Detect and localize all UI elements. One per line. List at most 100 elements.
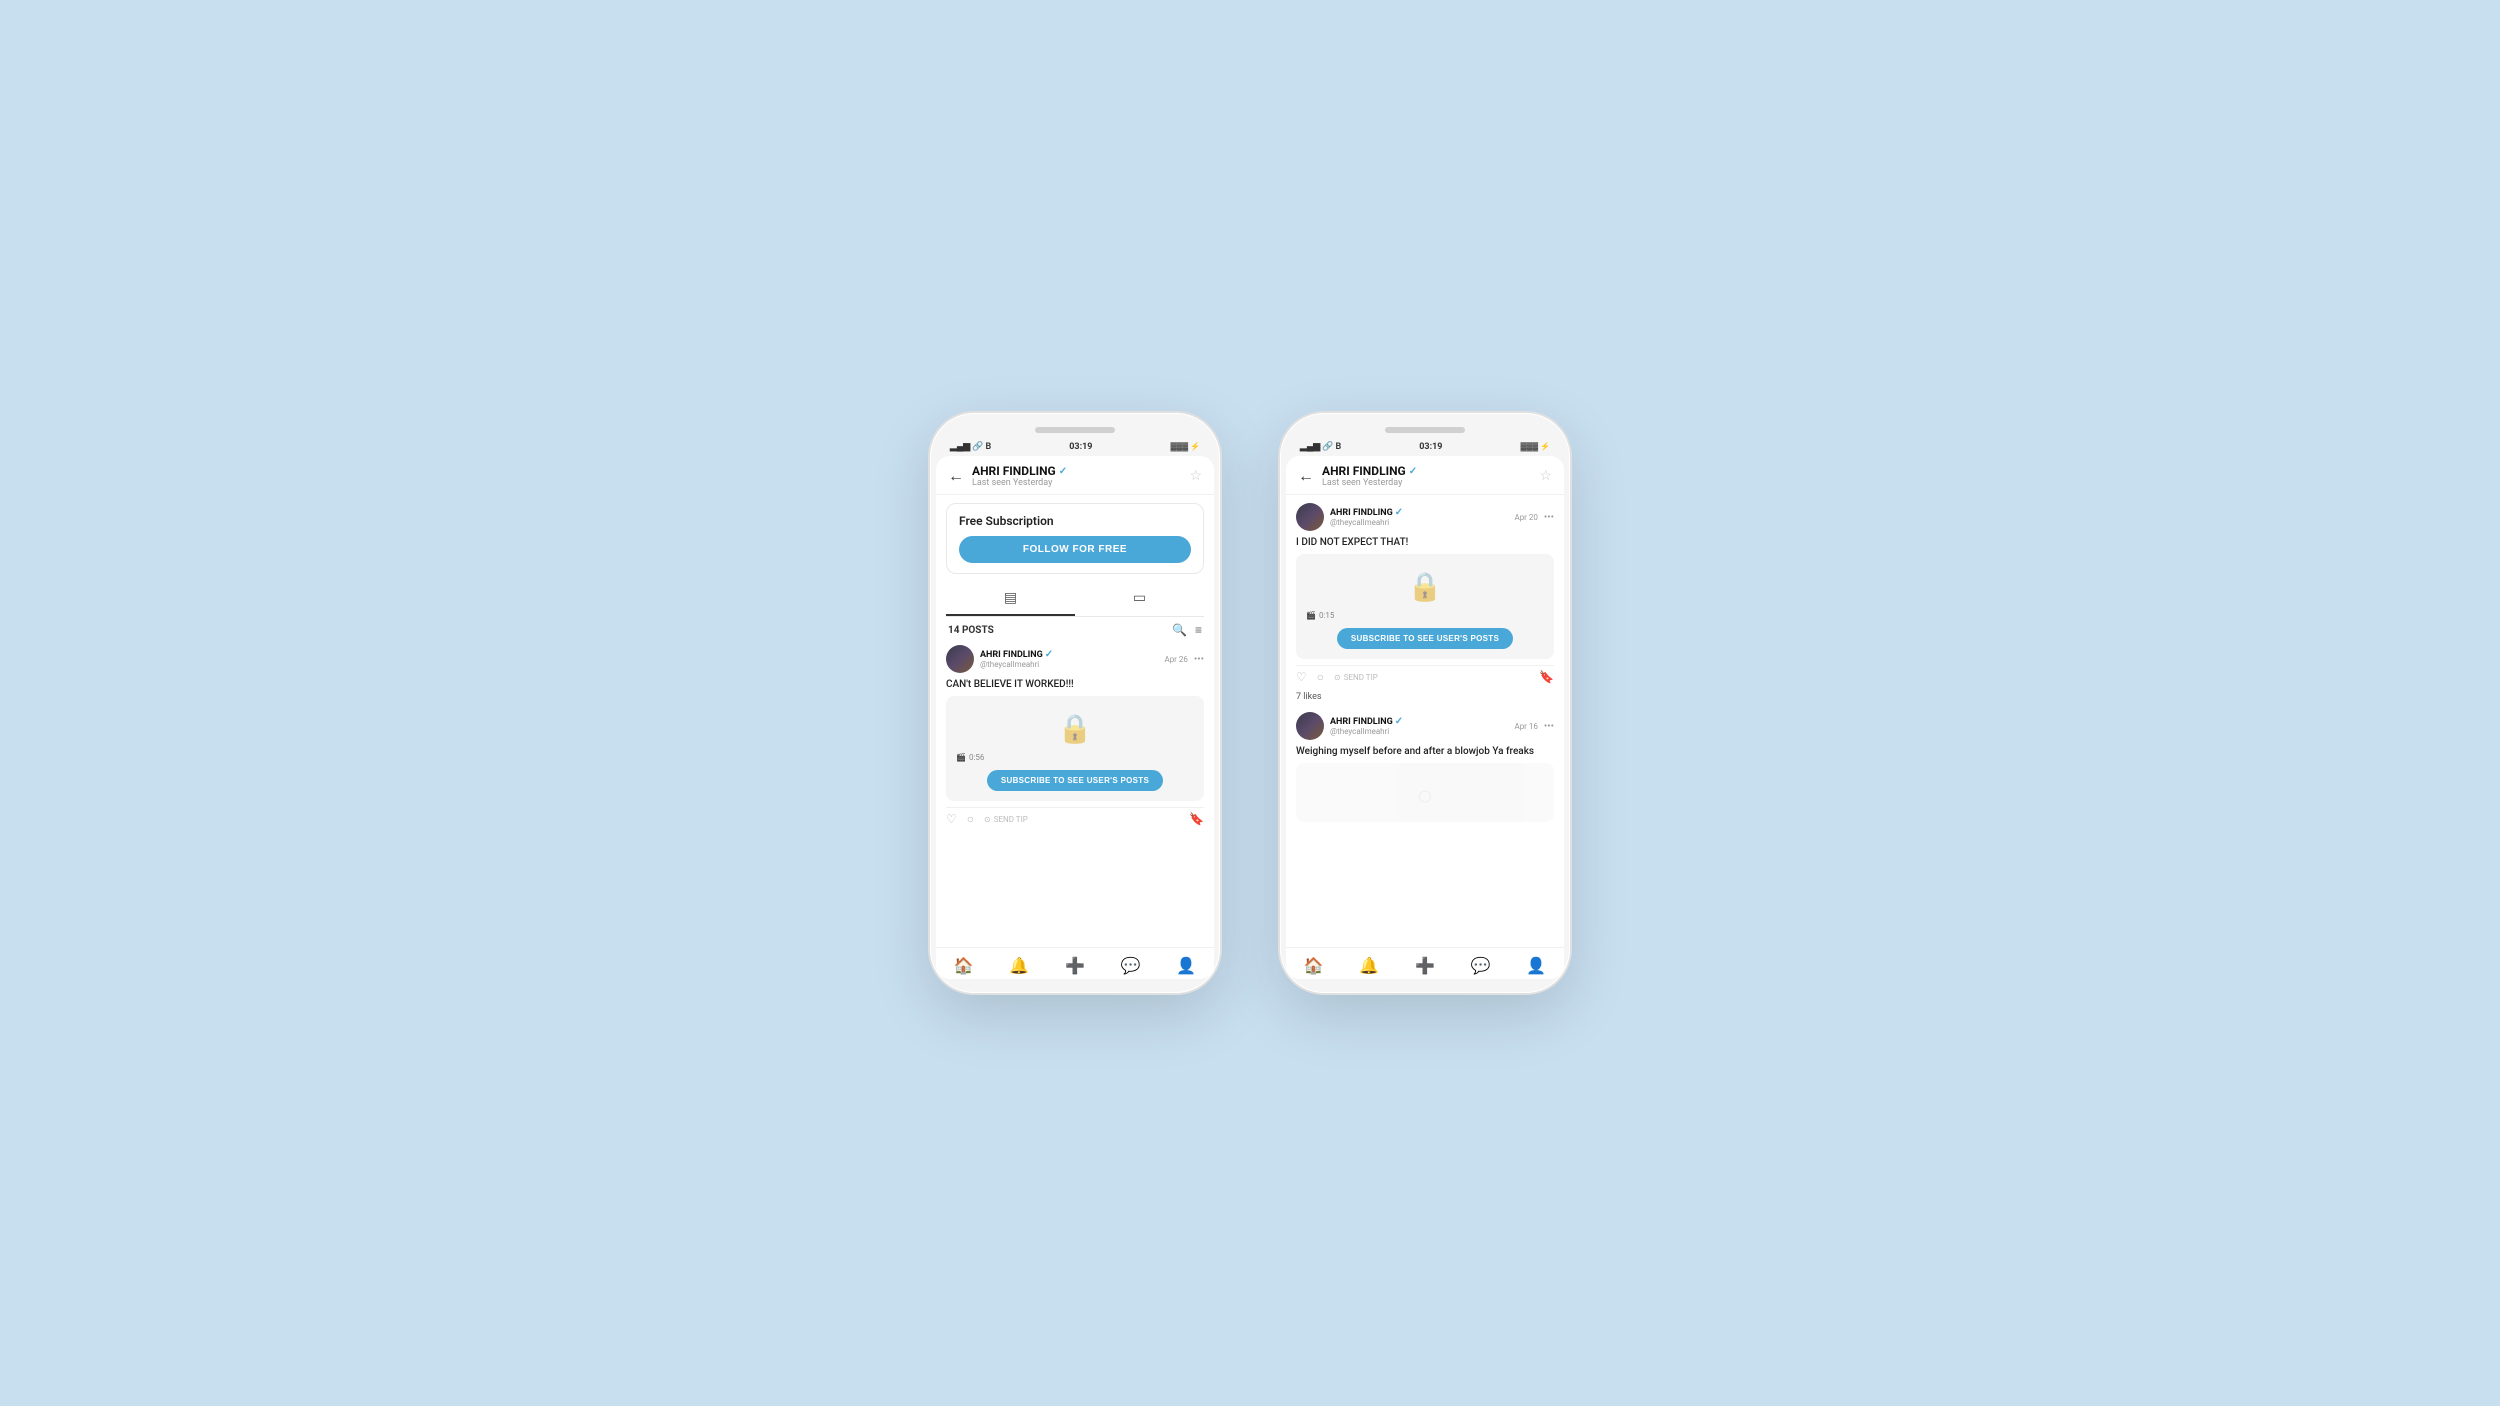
locked-content-left: 🔒 🎬 0:56 SUBSCRIBE TO SEE USER'S POSTS <box>946 696 1204 801</box>
posts-count-left: 14 POSTS <box>948 625 994 636</box>
phone-left: ▂▄▆ 🔗 B 03:19 ▓▓▓ ⚡ ← AHRI FINDLING ✓ La… <box>930 413 1220 993</box>
post-username-right-2: @theycallmeahri <box>1330 727 1514 736</box>
profile-title-left: AHRI FINDLING ✓ Last seen Yesterday <box>972 464 1189 488</box>
top-bar-left: ← AHRI FINDLING ✓ Last seen Yesterday ☆ <box>936 456 1214 495</box>
avatar-left <box>946 645 974 673</box>
profile-name-right: AHRI FINDLING ✓ <box>1322 464 1539 478</box>
avatar-placeholder-left <box>946 645 974 673</box>
status-bar-right: ▂▄▆ 🔗 B 03:19 ▓▓▓ ⚡ <box>1286 441 1564 456</box>
comment-icon-right-1[interactable]: ○ <box>1317 670 1324 684</box>
avatar-right-2 <box>1296 712 1324 740</box>
free-sub-title: Free Subscription <box>959 514 1191 528</box>
bookmark-icon-left[interactable]: 🔖 <box>1189 812 1204 826</box>
lock-icon-area-right-1: 🔒 <box>1408 570 1443 603</box>
nav-chat-right[interactable]: 💬 <box>1471 956 1491 975</box>
post-date-right-2: Apr 16 <box>1514 722 1537 731</box>
lock-icon-right-2: ○ <box>1417 779 1434 812</box>
lock-icon-right-1: 🔒 <box>1408 570 1443 603</box>
signal-right: ▂▄▆ 🔗 B <box>1300 441 1341 452</box>
post-header-right-1: AHRI FINDLING ✓ @theycallmeahri Apr 20 •… <box>1296 503 1554 531</box>
nav-bell-right[interactable]: 🔔 <box>1359 956 1379 975</box>
bottom-nav-right: 🏠 🔔 ➕ 💬 👤 <box>1286 947 1564 979</box>
scroll-content-right[interactable]: AHRI FINDLING ✓ @theycallmeahri Apr 20 •… <box>1286 495 1564 947</box>
wifi-icon-right: 🔗 <box>1322 442 1333 452</box>
nav-home-right[interactable]: 🏠 <box>1304 956 1324 975</box>
lock-icon-left: 🔒 <box>1058 712 1093 745</box>
avatar-right-1 <box>1296 503 1324 531</box>
post-username-right-1: @theycallmeahri <box>1330 518 1514 527</box>
post-card-right-1: AHRI FINDLING ✓ @theycallmeahri Apr 20 •… <box>1296 503 1554 702</box>
tab-bar-left: ▤ ▭ <box>946 582 1204 617</box>
last-seen-left: Last seen Yesterday <box>972 478 1189 488</box>
phone-notch-left <box>1035 427 1115 433</box>
locked-content-right-2: ○ <box>1296 763 1554 822</box>
subscribe-button-left[interactable]: SUBSCRIBE TO SEE USER'S POSTS <box>987 770 1163 791</box>
phone-right: ▂▄▆ 🔗 B 03:19 ▓▓▓ ⚡ ← AHRI FINDLING ✓ La… <box>1280 413 1570 993</box>
posts-actions-left: 🔍 ≡ <box>1172 623 1202 637</box>
star-button-left[interactable]: ☆ <box>1189 468 1202 484</box>
send-tip-right-1[interactable]: ⊙ SEND TIP <box>1334 673 1378 682</box>
top-bar-right: ← AHRI FINDLING ✓ Last seen Yesterday ☆ <box>1286 456 1564 495</box>
verified-badge-left: ✓ <box>1059 466 1067 477</box>
locked-content-right-1: 🔒 🎬 0:15 SUBSCRIBE TO SEE USER'S POSTS <box>1296 554 1554 659</box>
post-text-right-2: Weighing myself before and after a blowj… <box>1296 746 1554 757</box>
like-icon-left[interactable]: ♡ <box>946 812 957 826</box>
status-bar-left: ▂▄▆ 🔗 B 03:19 ▓▓▓ ⚡ <box>936 441 1214 456</box>
tip-icon-left: ⊙ <box>984 815 991 824</box>
like-icon-right-1[interactable]: ♡ <box>1296 670 1307 684</box>
nav-chat-left[interactable]: 💬 <box>1121 956 1141 975</box>
videos-tab-icon: ▭ <box>1133 590 1146 606</box>
signal-bars: ▂▄▆ <box>950 441 970 452</box>
screen-left: ← AHRI FINDLING ✓ Last seen Yesterday ☆ … <box>936 456 1214 979</box>
back-button-left[interactable]: ← <box>948 466 964 486</box>
star-button-right[interactable]: ☆ <box>1539 468 1552 484</box>
last-seen-right: Last seen Yesterday <box>1322 478 1539 488</box>
bluetooth-icon-right: B <box>1335 442 1341 452</box>
likes-count-right-1: 7 likes <box>1296 692 1554 702</box>
more-button-right-1[interactable]: ••• <box>1544 512 1554 523</box>
post-meta-left: AHRI FINDLING ✓ @theycallmeahri <box>980 649 1164 669</box>
post-card-left: AHRI FINDLING ✓ @theycallmeahri Apr 26 •… <box>946 645 1204 830</box>
bookmark-icon-right-1[interactable]: 🔖 <box>1539 670 1554 684</box>
post-name-right-2: AHRI FINDLING ✓ <box>1330 716 1514 727</box>
phone-notch-right <box>1385 427 1465 433</box>
post-text-left: CAN't BELIEVE IT WORKED!!! <box>946 679 1204 690</box>
search-icon-left[interactable]: 🔍 <box>1172 623 1187 637</box>
nav-plus-left[interactable]: ➕ <box>1065 956 1085 975</box>
verified-badge-right: ✓ <box>1409 466 1417 477</box>
send-tip-left[interactable]: ⊙ SEND TIP <box>984 815 1028 824</box>
nav-plus-right[interactable]: ➕ <box>1415 956 1435 975</box>
nav-profile-right[interactable]: 👤 <box>1526 956 1546 975</box>
profile-name-left: AHRI FINDLING ✓ <box>972 464 1189 478</box>
comment-icon-left[interactable]: ○ <box>967 812 974 826</box>
tab-videos-left[interactable]: ▭ <box>1075 582 1204 616</box>
post-meta-right-1: AHRI FINDLING ✓ @theycallmeahri <box>1330 507 1514 527</box>
nav-profile-left[interactable]: 👤 <box>1176 956 1196 975</box>
video-duration-right-1: 🎬 0:15 <box>1306 611 1334 620</box>
lock-icon-area-left: 🔒 <box>1058 712 1093 745</box>
bottom-nav-left: 🏠 🔔 ➕ 💬 👤 <box>936 947 1214 979</box>
avatar-placeholder-right-1 <box>1296 503 1324 531</box>
post-header-right-2: AHRI FINDLING ✓ @theycallmeahri Apr 16 •… <box>1296 712 1554 740</box>
video-icon-right-1: 🎬 <box>1306 611 1316 620</box>
post-actions-right-1: ♡ ○ ⊙ SEND TIP 🔖 <box>1296 665 1554 688</box>
more-button-left[interactable]: ••• <box>1194 654 1204 665</box>
subscribe-button-right-1[interactable]: SUBSCRIBE TO SEE USER'S POSTS <box>1337 628 1513 649</box>
post-date-right-1: Apr 20 <box>1514 513 1537 522</box>
nav-home-left[interactable]: 🏠 <box>954 956 974 975</box>
filter-icon-left[interactable]: ≡ <box>1195 623 1202 637</box>
back-button-right[interactable]: ← <box>1298 466 1314 486</box>
more-button-right-2[interactable]: ••• <box>1544 721 1554 732</box>
signal-bars-right: ▂▄▆ <box>1300 441 1320 452</box>
scroll-content-left[interactable]: Free Subscription FOLLOW FOR FREE ▤ ▭ 14… <box>936 495 1214 947</box>
tip-icon-right-1: ⊙ <box>1334 673 1341 682</box>
post-date-left: Apr 26 <box>1164 655 1187 664</box>
post-verified-right-1: ✓ <box>1395 507 1403 518</box>
profile-title-right: AHRI FINDLING ✓ Last seen Yesterday <box>1322 464 1539 488</box>
post-card-right-2: AHRI FINDLING ✓ @theycallmeahri Apr 16 •… <box>1296 712 1554 822</box>
nav-bell-left[interactable]: 🔔 <box>1009 956 1029 975</box>
follow-free-button[interactable]: FOLLOW FOR FREE <box>959 536 1191 563</box>
tab-posts-left[interactable]: ▤ <box>946 582 1075 616</box>
post-verified-right-2: ✓ <box>1395 716 1403 727</box>
screen-right: ← AHRI FINDLING ✓ Last seen Yesterday ☆ <box>1286 456 1564 979</box>
